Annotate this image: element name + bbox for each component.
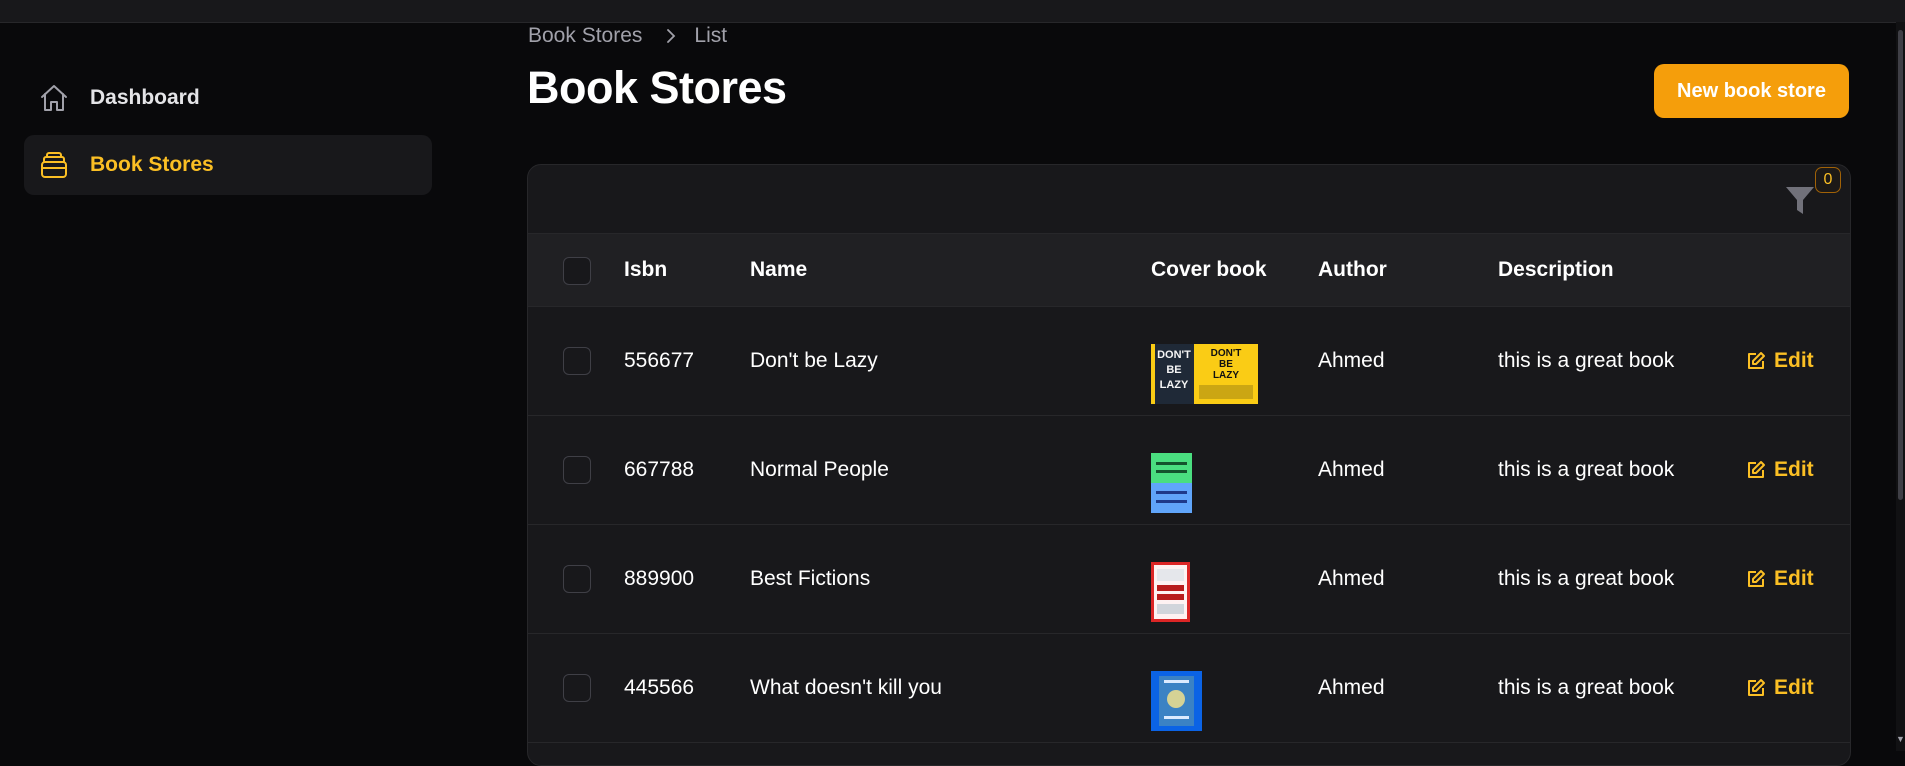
column-header-description[interactable]: Description <box>1498 258 1614 282</box>
sidebar-item-label: Book Stores <box>90 153 214 176</box>
edit-button[interactable]: Edit <box>1746 349 1814 373</box>
home-icon <box>41 85 67 111</box>
cell-description: this is a great book <box>1498 567 1675 590</box>
cell-isbn: 889900 <box>624 567 695 590</box>
svg-text:LAZY: LAZY <box>1213 370 1239 381</box>
cell-description: this is a great book <box>1498 676 1675 699</box>
row-checkbox[interactable] <box>563 674 591 702</box>
svg-text:DON'T: DON'T <box>1157 349 1191 361</box>
table-row[interactable]: 445566 What doesn't kill you Ahmed this … <box>528 634 1850 743</box>
svg-text:BE: BE <box>1166 364 1181 376</box>
cell-author: Ahmed <box>1318 349 1385 372</box>
filter-count-badge: 0 <box>1815 167 1841 193</box>
svg-text:DON'T: DON'T <box>1211 348 1242 359</box>
edit-button[interactable]: Edit <box>1746 458 1814 482</box>
svg-text:BE: BE <box>1219 359 1233 370</box>
book-cover-image <box>1151 671 1202 731</box>
sidebar: Dashboard Book Stores <box>0 22 460 751</box>
page-title: Book Stores <box>527 62 787 113</box>
edit-button[interactable]: Edit <box>1746 676 1814 700</box>
row-checkbox[interactable] <box>563 347 591 375</box>
cell-isbn: 667788 <box>624 458 695 481</box>
book-cover-image <box>1151 453 1192 513</box>
edit-icon <box>1748 461 1765 478</box>
column-header-isbn[interactable]: Isbn <box>624 258 667 282</box>
cell-author: Ahmed <box>1318 676 1385 699</box>
filter-icon[interactable] <box>1784 183 1816 217</box>
table-toolbar: 0 <box>528 165 1850 234</box>
breadcrumb: Book Stores List <box>528 24 727 48</box>
edit-button[interactable]: Edit <box>1746 567 1814 591</box>
cell-isbn: 556677 <box>624 349 695 372</box>
stack-icon <box>41 152 67 178</box>
breadcrumb-link-book-stores[interactable]: Book Stores <box>528 24 642 48</box>
scrollbar-thumb[interactable] <box>1898 30 1903 500</box>
browser-top-bar <box>0 0 1905 23</box>
sidebar-item-book-stores[interactable]: Book Stores <box>24 135 432 195</box>
cell-name: Normal People <box>750 458 889 481</box>
svg-text:LAZY: LAZY <box>1160 379 1189 391</box>
edit-icon <box>1748 570 1765 587</box>
row-checkbox[interactable] <box>563 565 591 593</box>
column-header-author[interactable]: Author <box>1318 258 1387 282</box>
cell-description: this is a great book <box>1498 458 1675 481</box>
breadcrumb-current: List <box>694 24 728 47</box>
sidebar-item-dashboard[interactable]: Dashboard <box>24 68 432 128</box>
chevron-right-icon <box>667 29 676 43</box>
book-cover-image <box>1151 562 1190 622</box>
edit-label: Edit <box>1774 567 1814 590</box>
table-row[interactable]: 667788 Normal People Ahmed this is a gre… <box>528 416 1850 525</box>
cell-name: Best Fictions <box>750 567 871 590</box>
edit-icon <box>1748 679 1765 696</box>
edit-icon <box>1748 352 1765 369</box>
edit-label: Edit <box>1774 458 1814 481</box>
book-cover-image: DON'T BE LAZY DON'T BE LAZY <box>1151 344 1258 404</box>
cell-author: Ahmed <box>1318 458 1385 481</box>
new-book-store-button[interactable]: New book store <box>1654 64 1849 118</box>
row-checkbox[interactable] <box>563 456 591 484</box>
table-card: 0 Isbn Name Cover book Author Descriptio… <box>527 164 1851 766</box>
select-all-checkbox[interactable] <box>563 257 591 285</box>
cell-name: What doesn't kill you <box>750 676 942 699</box>
cell-isbn: 445566 <box>624 676 695 699</box>
cell-description: this is a great book <box>1498 349 1675 372</box>
column-header-cover-book[interactable]: Cover book <box>1151 258 1267 282</box>
table-header: Isbn Name Cover book Author Description <box>528 234 1850 307</box>
scroll-down-arrow-icon[interactable]: ▼ <box>1896 734 1905 746</box>
column-header-name[interactable]: Name <box>750 258 807 282</box>
cell-author: Ahmed <box>1318 567 1385 590</box>
sidebar-item-label: Dashboard <box>90 86 200 109</box>
table-row[interactable]: 556677 Don't be Lazy DON'T BE LAZY DON'T… <box>528 307 1850 416</box>
cell-name: Don't be Lazy <box>750 349 878 372</box>
edit-label: Edit <box>1774 676 1814 699</box>
edit-label: Edit <box>1774 349 1814 372</box>
table-row[interactable]: 889900 Best Fictions Ahmed this is a gre… <box>528 525 1850 634</box>
